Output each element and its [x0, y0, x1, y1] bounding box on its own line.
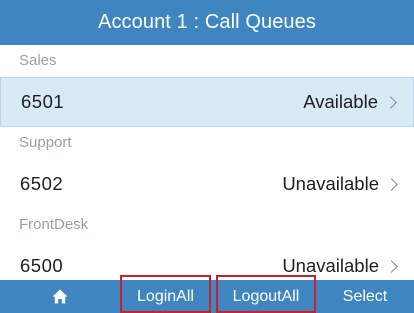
chevron-right-icon [385, 177, 398, 191]
title-bar: Account 1 : Call Queues [0, 0, 414, 45]
queue-status: Unavailable [282, 255, 379, 276]
queue-item-6502[interactable]: 6502 Unavailable [0, 159, 414, 209]
softkey-bar: LoginAll LogoutAll Select [0, 280, 414, 313]
call-queues-screen: Account 1 : Call Queues Sales 6501 Avail… [0, 0, 414, 313]
chevron-right-icon [385, 259, 398, 273]
logout-all-button[interactable]: LogoutAll [216, 280, 316, 313]
queue-item-6501[interactable]: 6501 Available [0, 77, 414, 127]
select-button[interactable]: Select [316, 280, 414, 313]
queue-number: 6502 [20, 173, 64, 194]
queue-status: Unavailable [282, 173, 379, 194]
queue-status-wrap: Unavailable [282, 255, 400, 277]
queue-status-wrap: Available [303, 91, 399, 113]
home-icon [52, 289, 68, 304]
chevron-right-icon [384, 95, 397, 109]
queue-status-wrap: Unavailable [282, 173, 400, 195]
queue-status: Available [303, 91, 378, 112]
queue-list: Sales 6501 Available Support 6502 Unavai… [0, 45, 414, 280]
queue-item-6500[interactable]: 6500 Unavailable [0, 241, 414, 280]
queue-number: 6501 [21, 91, 65, 112]
group-header-sales: Sales [0, 45, 414, 77]
group-header-frontdesk: FrontDesk [0, 209, 414, 241]
login-all-button[interactable]: LoginAll [120, 280, 211, 313]
queue-number: 6500 [20, 255, 64, 276]
group-header-support: Support [0, 127, 414, 159]
page-title: Account 1 : Call Queues [98, 11, 316, 33]
home-button[interactable] [0, 280, 120, 313]
